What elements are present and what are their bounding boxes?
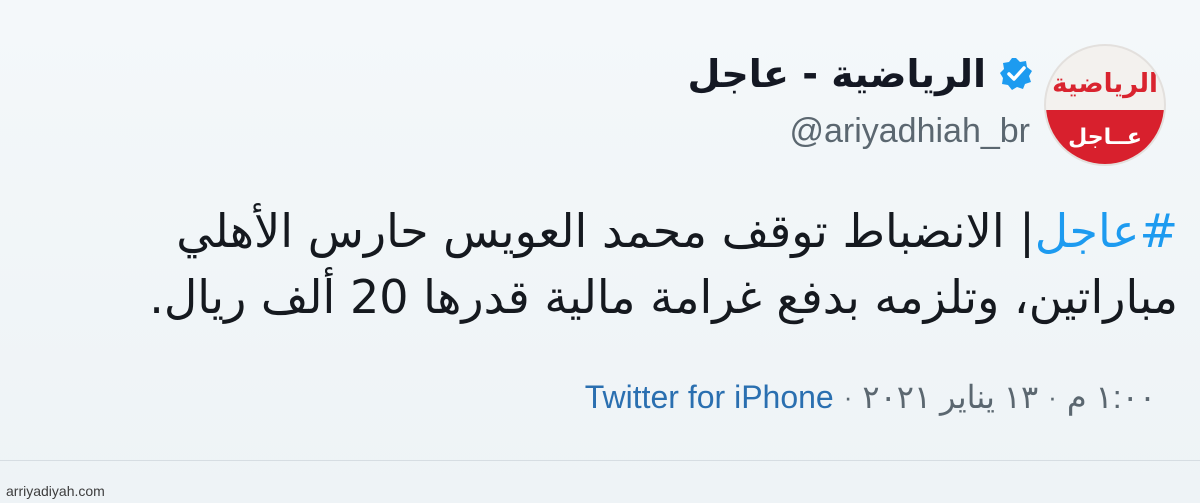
tweet-date[interactable]: ١٣ يناير ٢٠٢١ (862, 378, 1038, 416)
tweet-source[interactable]: Twitter for iPhone (585, 379, 834, 416)
tweet-meta: ١:٠٠ م · ١٣ يناير ٢٠٢١ · Twitter for iPh… (585, 378, 1156, 416)
avatar-logo-banner: عــاجل (1046, 110, 1164, 164)
hashtag-link[interactable]: #عاجل (1035, 204, 1178, 258)
meta-separator-2: · (843, 381, 853, 412)
divider (0, 460, 1200, 461)
tweet-time[interactable]: ١:٠٠ م (1067, 378, 1156, 416)
tweet-body: | الانضباط توقف محمد العويس حارس الأهلي … (149, 204, 1178, 324)
avatar-logo-text: الرياضية (1052, 69, 1159, 99)
display-name[interactable]: الرياضية - عاجل (687, 52, 986, 96)
tweet-text: #عاجل| الانضباط توقف محمد العويس حارس ال… (14, 198, 1178, 330)
account-name-row: الرياضية - عاجل (687, 52, 1034, 96)
verified-badge-icon (998, 56, 1034, 92)
avatar[interactable]: الرياضية عــاجل (1044, 44, 1166, 166)
meta-separator: · (1048, 381, 1057, 412)
account-handle[interactable]: @ariyadhiah_br (789, 112, 1030, 151)
tweet-card: الرياضية عــاجل الرياضية - عاجل @ariyadh… (0, 0, 1200, 503)
site-watermark: arriyadiyah.com (6, 483, 105, 499)
